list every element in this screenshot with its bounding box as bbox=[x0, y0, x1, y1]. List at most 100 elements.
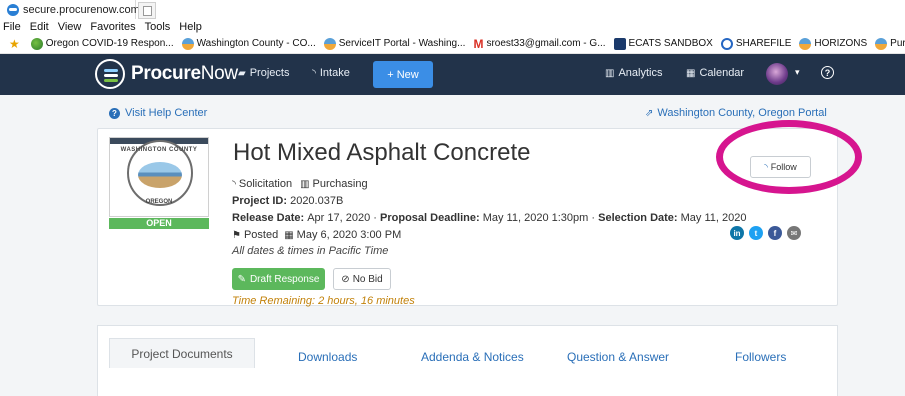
portal-link[interactable]: ⇗ Washington County, Oregon Portal bbox=[645, 107, 827, 119]
question-circle-icon: ? bbox=[109, 107, 120, 119]
logo-text: ProcureNow bbox=[131, 63, 238, 84]
facebook-icon[interactable]: f bbox=[768, 226, 782, 240]
status-badge: OPEN bbox=[109, 218, 209, 229]
project-id-line: Project ID: 2020.037B bbox=[232, 195, 343, 207]
gmail-icon: M bbox=[473, 36, 484, 51]
pencil-icon: ✎ bbox=[237, 273, 246, 285]
twitter-icon[interactable]: t bbox=[749, 226, 763, 240]
flag-icon: ⚑ bbox=[232, 229, 241, 241]
favorite-ecats[interactable]: ECATS SANDBOX bbox=[613, 37, 713, 50]
no-bid-button[interactable]: ⊘ No Bid bbox=[333, 268, 391, 290]
favorite-label: ECATS SANDBOX bbox=[628, 38, 713, 49]
favorite-label: Oregon COVID-19 Respon... bbox=[45, 38, 174, 49]
user-avatar[interactable] bbox=[766, 63, 788, 85]
portal-link-label: Washington County, Oregon Portal bbox=[657, 107, 827, 119]
project-tabs: Project Documents Downloads Addenda & No… bbox=[97, 325, 838, 396]
menu-edit[interactable]: Edit bbox=[30, 21, 49, 33]
help-icon[interactable]: ? bbox=[821, 66, 834, 79]
browser-tab[interactable]: secure.procurenow.com × bbox=[4, 0, 147, 19]
rss-icon: ◝ bbox=[312, 67, 316, 79]
folder-icon: ▰ bbox=[238, 67, 246, 79]
favorite-sharefile[interactable]: SHAREFILE bbox=[720, 37, 791, 50]
proposal-deadline: May 11, 2020 1:30pm bbox=[482, 212, 589, 224]
seal-top-text: WASHINGTON COUNTY bbox=[120, 147, 198, 153]
tab-project-documents[interactable]: Project Documents bbox=[109, 338, 255, 368]
separator: · bbox=[591, 212, 596, 224]
ecats-icon bbox=[613, 37, 626, 50]
nav-calendar-label: Calendar bbox=[699, 67, 745, 79]
tab-addenda-notices[interactable]: Addenda & Notices bbox=[421, 350, 524, 364]
posted-label: Posted bbox=[243, 229, 279, 241]
globe-icon bbox=[30, 37, 43, 50]
browser-tab-bar: secure.procurenow.com × bbox=[0, 0, 905, 19]
new-tab-icon bbox=[142, 5, 152, 16]
tab-downloads[interactable]: Downloads bbox=[298, 350, 357, 364]
project-id-label: Project ID: bbox=[232, 195, 288, 207]
project-dates-line: Release Date: Apr 17, 2020 · Proposal De… bbox=[232, 212, 746, 224]
release-label: Release Date: bbox=[232, 212, 305, 224]
menu-favorites[interactable]: Favorites bbox=[90, 21, 135, 33]
favorite-purchasing[interactable]: Purchasing bbox=[875, 37, 905, 50]
procurenow-logo-icon bbox=[95, 59, 125, 89]
county-icon bbox=[875, 37, 888, 50]
nav-analytics-label: Analytics bbox=[618, 67, 663, 79]
rss-icon: ◝ bbox=[232, 178, 236, 190]
new-tab-button[interactable] bbox=[138, 2, 156, 19]
favorite-covid[interactable]: Oregon COVID-19 Respon... bbox=[30, 37, 174, 50]
menu-view[interactable]: View bbox=[58, 21, 82, 33]
follow-button[interactable]: ◝ Follow bbox=[750, 156, 811, 178]
help-center-link[interactable]: ? Visit Help Center bbox=[109, 107, 207, 119]
favorites-bar: ★ Oregon COVID-19 Respon... Washington C… bbox=[0, 34, 905, 54]
favorite-horizons[interactable]: HORIZONS bbox=[799, 37, 868, 50]
nav-projects[interactable]: ▰ Projects bbox=[238, 67, 289, 79]
sharefile-icon bbox=[720, 37, 733, 50]
release-date: Apr 17, 2020 bbox=[307, 212, 371, 224]
favorite-label: HORIZONS bbox=[814, 38, 868, 49]
nav-intake[interactable]: ◝ Intake bbox=[312, 67, 350, 79]
nav-analytics[interactable]: ▥ Analytics bbox=[605, 67, 662, 79]
nav-intake-label: Intake bbox=[319, 67, 350, 79]
draft-response-label: Draft Response bbox=[249, 273, 320, 285]
tab-question-answer[interactable]: Question & Answer bbox=[567, 350, 669, 364]
seal-image: WASHINGTON COUNTY OREGON bbox=[109, 137, 209, 217]
chevron-down-icon[interactable]: ▾ bbox=[795, 67, 800, 78]
calendar-icon: ▦ bbox=[284, 229, 294, 241]
follow-label: Follow bbox=[770, 162, 797, 172]
nav-calendar[interactable]: ▦ Calendar bbox=[686, 67, 744, 79]
timezone-note: All dates & times in Pacific Time bbox=[232, 245, 389, 257]
draft-response-button[interactable]: ✎ Draft Response bbox=[232, 268, 325, 290]
favorite-label: sroest33@gmail.com - G... bbox=[486, 38, 606, 49]
favorites-star[interactable]: ★ bbox=[9, 37, 23, 51]
menu-file[interactable]: File bbox=[3, 21, 21, 33]
rss-icon: ◝ bbox=[764, 161, 768, 172]
procurenow-logo[interactable]: ProcureNow bbox=[95, 59, 238, 89]
tab-followers[interactable]: Followers bbox=[735, 350, 786, 364]
new-button[interactable]: + New bbox=[373, 61, 433, 88]
favorite-label: Washington County - CO... bbox=[196, 38, 316, 49]
app-navbar: ProcureNow ▰ Projects ◝ Intake + New ▥ Anal… bbox=[0, 54, 905, 95]
ie-icon bbox=[7, 3, 19, 16]
county-seal: WASHINGTON COUNTY OREGON OPEN bbox=[109, 137, 209, 229]
favorite-label: Purchasing bbox=[890, 38, 905, 49]
browser-menu-bar: File Edit View Favorites Tools Help bbox=[0, 19, 905, 34]
page-content: ? Visit Help Center ⇗ Washington County,… bbox=[0, 95, 905, 396]
favorite-gmail[interactable]: Msroest33@gmail.com - G... bbox=[473, 37, 605, 51]
county-icon bbox=[799, 37, 812, 50]
nav-projects-label: Projects bbox=[249, 67, 290, 79]
seal-bottom-text: OREGON bbox=[145, 199, 173, 205]
linkedin-icon[interactable]: in bbox=[730, 226, 744, 240]
no-bid-label: No Bid bbox=[352, 273, 383, 285]
project-card: WASHINGTON COUNTY OREGON OPEN Hot Mixed … bbox=[97, 128, 838, 307]
time-remaining: Time Remaining: 2 hours, 16 minutes bbox=[232, 295, 415, 307]
favorite-washington-county[interactable]: Washington County - CO... bbox=[181, 37, 316, 50]
help-center-label: Visit Help Center bbox=[125, 107, 208, 119]
menu-help[interactable]: Help bbox=[179, 21, 202, 33]
favorite-serviceit[interactable]: ServiceIT Portal - Washing... bbox=[323, 37, 465, 50]
county-icon bbox=[181, 37, 194, 50]
email-icon[interactable]: ✉ bbox=[787, 226, 801, 240]
project-title: Hot Mixed Asphalt Concrete bbox=[233, 139, 531, 166]
project-type-line: ◝ Solicitation ▥ Purchasing bbox=[232, 178, 368, 190]
calendar-icon: ▦ bbox=[686, 67, 696, 79]
ban-icon: ⊘ bbox=[341, 273, 350, 285]
menu-tools[interactable]: Tools bbox=[145, 21, 171, 33]
